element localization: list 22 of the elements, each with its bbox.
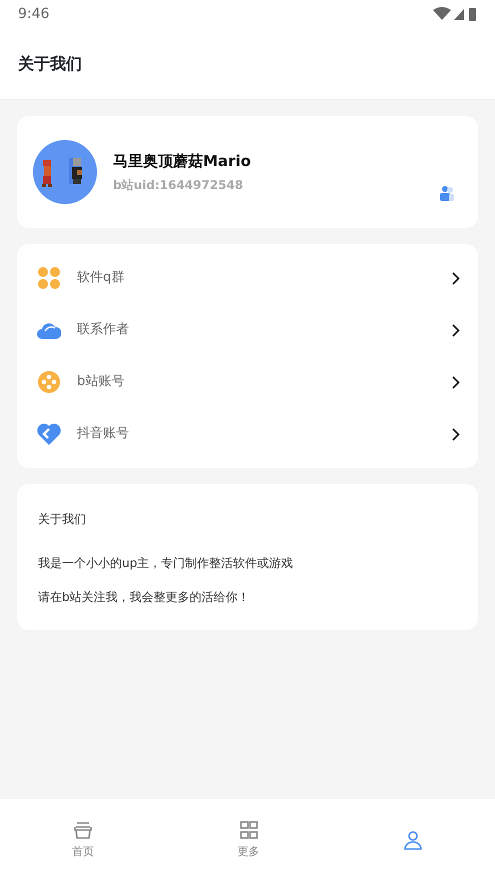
about-title: 关于我们 [38,511,87,528]
status-icons [433,6,477,22]
link-item[interactable]: b站账号 [77,372,452,392]
about-text: 我是一个小小的up主，专门制作整活软件或游戏 [38,555,294,572]
grid-icon [238,820,258,840]
nav-tab[interactable]: 首页 [0,799,166,881]
link-item[interactable]: 抖音账号 [77,424,452,444]
status-time: 9:46 [18,4,50,24]
user-id: b站uid:1644972548 [113,177,244,194]
chevron-right-icon[interactable] [452,428,460,442]
chevron-right-icon[interactable] [452,324,460,338]
basket-icon [72,820,93,840]
page-title: 关于我们 [18,52,82,74]
chevron-right-icon[interactable] [452,376,460,390]
chevron-right-icon[interactable] [452,272,460,286]
user-icon[interactable] [440,184,454,201]
user-name: 马里奥顶蘑菇Mario [113,150,252,172]
link-item[interactable]: 联系作者 [77,320,452,340]
person-icon [403,830,424,850]
link-item[interactable]: 软件q群 [77,268,452,288]
nav-tab[interactable]: 更多 [166,799,332,881]
about-text: 请在b站关注我，我会整更多的活给你！ [38,589,251,606]
